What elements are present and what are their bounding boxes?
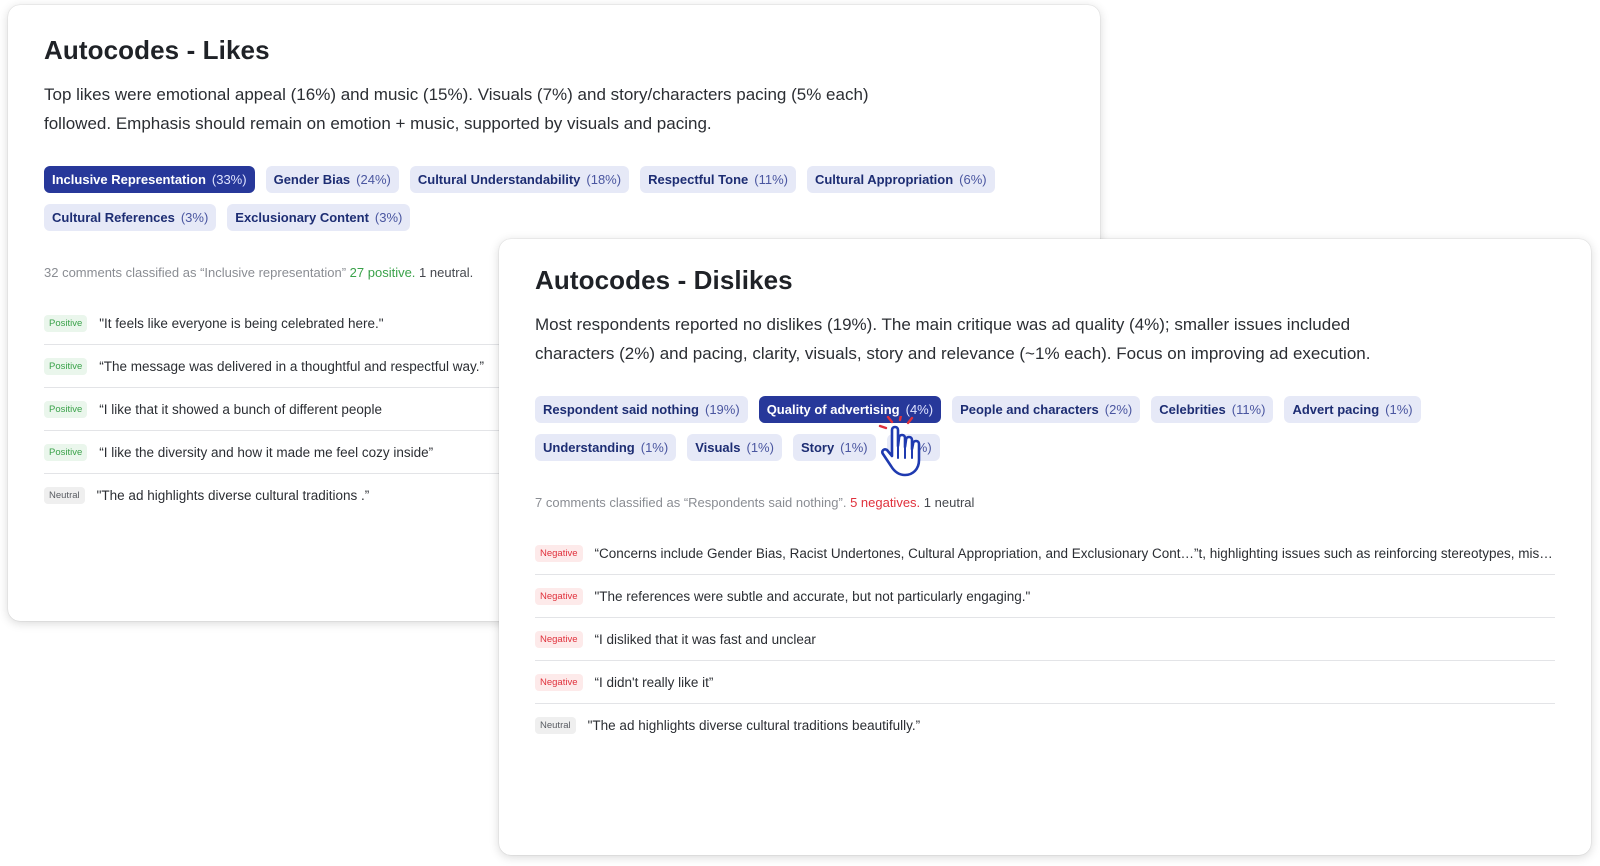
dislikes-summary: 7 comments classified as “Respondents sa…: [535, 495, 1555, 510]
tag-quality-of-advertising[interactable]: Quality of advertising (4%): [758, 396, 942, 423]
tag-percentage: (11%): [754, 172, 788, 187]
tag-percentage: (1%): [904, 440, 932, 455]
comment-text: “I disliked that it was fast and unclear: [594, 631, 816, 647]
tag-celebrities[interactable]: Celebrities (11%): [1151, 396, 1274, 423]
tag-label: Celebrities: [1159, 402, 1226, 417]
comment-row: Positive “I like that it showed a bunch o…: [44, 388, 509, 431]
comment-text: “I like that it showed a bunch of differ…: [99, 401, 382, 417]
tag-cultural-appropriation[interactable]: Cultural Appropriation (6%): [806, 166, 995, 193]
dislikes-description: Most respondents reported no dislikes (1…: [535, 315, 1371, 363]
tag-percentage: (6%): [959, 172, 987, 187]
tag-people-and-characters[interactable]: People and characters (2%): [952, 396, 1141, 423]
comment-text: “Concerns include Gender Bias, Racist Un…: [594, 545, 1556, 561]
dislikes-summary-negative: 5 negatives.: [850, 495, 921, 510]
comment-text: "The references were subtle and accurate…: [594, 588, 1031, 604]
likes-summary-prefix: 32 comments classified as “Inclusive rep…: [44, 265, 347, 280]
tag-label: Advert pacing: [1292, 402, 1380, 417]
likes-description: Top likes were emotional appeal (16%) an…: [44, 85, 869, 133]
tag-percentage: (3%): [374, 210, 403, 225]
comment-row: Positive "It feels like everyone is being…: [44, 302, 509, 345]
tag-label: Inclusive Representation: [52, 172, 206, 187]
tag-percentage: (19%): [705, 402, 740, 417]
tag-label: Cultural Understandability: [417, 172, 581, 187]
tag-inclusive-representation[interactable]: Inclusive Representation (33%): [44, 166, 255, 193]
tag-label: Cultural References: [52, 210, 175, 225]
comment-row: Negative "The references were subtle and …: [535, 575, 1555, 618]
sentiment-badge: Neutral: [535, 716, 576, 734]
tag-story[interactable]: Story (1%): [792, 434, 876, 461]
comment-text: "It feels like everyone is being celebra…: [99, 315, 384, 331]
comment-row: Negative “I disliked that it was fast and…: [535, 618, 1555, 661]
sentiment-badge: Negative: [535, 587, 583, 605]
dislikes-title: Autocodes - Dislikes: [535, 265, 793, 295]
tag-label: Exclusionary Content: [235, 210, 369, 225]
dislikes-summary-neutral: 1 neutral: [923, 495, 975, 510]
tag-label: Respectful Tone: [648, 172, 749, 187]
sentiment-badge: Positive: [44, 314, 88, 332]
comment-text: "The ad highlights diverse cultural trad…: [96, 487, 370, 503]
sentiment-badge: Neutral: [44, 486, 85, 504]
likes-tag-list: Inclusive Representation (33%) Gender Bias…: [44, 166, 1064, 231]
tag-advert-pacing[interactable]: Advert pacing (1%): [1284, 396, 1421, 423]
comment-text: "The ad highlights diverse cultural trad…: [587, 717, 921, 733]
comment-row: Neutral "The ad highlights diverse cultur…: [535, 704, 1555, 746]
sentiment-badge: Negative: [535, 673, 583, 691]
tag-percentage: (33%): [211, 172, 247, 187]
comment-row: Positive “I like the diversity and how it…: [44, 431, 509, 474]
likes-title: Autocodes - Likes: [44, 35, 270, 65]
dislikes-comment-list: Negative “Concerns include Gender Bias, R…: [535, 532, 1555, 746]
comment-row: Negative “Concerns include Gender Bias, R…: [535, 532, 1555, 575]
tag-percentage: (1%): [746, 440, 774, 455]
comment-row: Negative “I didn't really like it”: [535, 661, 1555, 704]
dislikes-summary-prefix: 7 comments classified as “Respondents sa…: [535, 495, 847, 510]
tag-label: Quality of advertising: [766, 402, 900, 417]
tag-cultural-understandability[interactable]: Cultural Understandability (18%): [409, 166, 630, 193]
sentiment-badge: Positive: [44, 443, 88, 461]
tag-gender-bias[interactable]: Gender Bias (24%): [265, 166, 399, 193]
tag-understanding[interactable]: Understanding (1%): [535, 434, 677, 461]
tag-percentage: (1%): [840, 440, 868, 455]
tag-label: Respondent said nothing: [543, 402, 699, 417]
tag-percentage: (1%): [640, 440, 669, 455]
tag-percentage: (18%): [586, 172, 622, 187]
tag-percentage: (2%): [1104, 402, 1133, 417]
comment-text: “I didn't really like it”: [594, 674, 714, 690]
tag-cultural-references[interactable]: Cultural References (3%): [44, 204, 217, 231]
sentiment-badge: Positive: [44, 400, 88, 418]
dislikes-tag-list: Respondent said nothing (19%) Quality of a…: [535, 396, 1555, 461]
tag-respectful-tone[interactable]: Respectful Tone (11%): [640, 166, 796, 193]
tag-i[interactable]: I (1%): [886, 434, 940, 461]
sentiment-badge: Negative: [535, 544, 583, 562]
sentiment-badge: Negative: [535, 630, 583, 648]
tag-visuals[interactable]: Visuals (1%): [687, 434, 782, 461]
likes-summary-neutral: 1 neutral.: [419, 265, 474, 280]
tag-label: Story: [800, 440, 835, 455]
tag-respondent-said-nothing[interactable]: Respondent said nothing (19%): [535, 396, 748, 423]
tag-percentage: (11%): [1231, 402, 1266, 417]
likes-summary-positive: 27 positive.: [349, 265, 416, 280]
tag-exclusionary-content[interactable]: Exclusionary Content (3%): [227, 204, 411, 231]
comment-row: Neutral "The ad highlights diverse cultur…: [44, 474, 509, 516]
tag-label: Visuals: [695, 440, 741, 455]
tag-label: Cultural Appropriation: [814, 172, 954, 187]
tag-percentage: (1%): [1385, 402, 1413, 417]
comment-text: “I like the diversity and how it made me…: [99, 444, 434, 460]
comment-row: Positive “The message was delivered in a …: [44, 345, 509, 388]
tag-percentage: (24%): [356, 172, 391, 187]
tag-label: Gender Bias: [273, 172, 351, 187]
dislikes-card: Autocodes - Dislikes Most respondents re…: [499, 239, 1591, 855]
tag-label: I: [894, 440, 899, 455]
tag-label: People and characters: [960, 402, 1099, 417]
tag-percentage: (3%): [180, 210, 209, 225]
comment-text: “The message was delivered in a thoughtf…: [99, 358, 484, 374]
sentiment-badge: Positive: [44, 357, 88, 375]
tag-label: Understanding: [543, 440, 635, 455]
tag-percentage: (4%): [905, 402, 934, 417]
